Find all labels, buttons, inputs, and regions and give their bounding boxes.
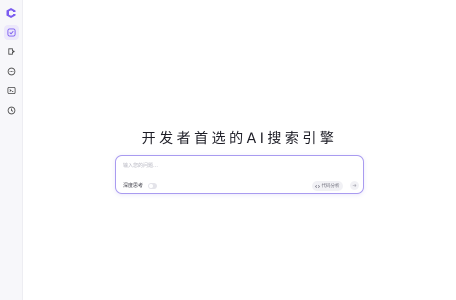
deep-think-toggle[interactable] [148,183,157,189]
search-input[interactable] [123,161,353,170]
history-clock-icon [7,106,16,115]
send-button[interactable] [350,181,359,190]
sidebar-item-plugins[interactable] [4,44,19,59]
terminal-icon [7,86,16,95]
sidebar-item-messages[interactable] [4,64,19,79]
message-dots-icon [7,67,16,76]
main-content: 开发者首选的AI搜索引擎 深度思考 代码分析 [23,0,456,300]
sidebar-item-chat[interactable] [4,25,19,40]
sidebar-item-history[interactable] [4,103,19,118]
search-box: 深度思考 代码分析 [115,155,364,194]
sidebar [0,0,23,300]
code-analysis-button[interactable]: 代码分析 [312,181,343,191]
arrow-right-icon [352,184,357,187]
app-window: 开发者首选的AI搜索引擎 深度思考 代码分析 [0,0,456,300]
chat-check-icon [7,28,16,37]
toggle-knob [149,184,153,188]
brand-logo-icon[interactable] [5,7,17,19]
code-analysis-label: 代码分析 [321,184,340,189]
plugin-icon [8,48,15,55]
page-headline: 开发者首选的AI搜索引擎 [141,131,338,147]
sidebar-item-terminal[interactable] [4,83,19,98]
code-icon [315,184,320,188]
deep-think-toggle-label: 深度思考 [123,183,144,189]
